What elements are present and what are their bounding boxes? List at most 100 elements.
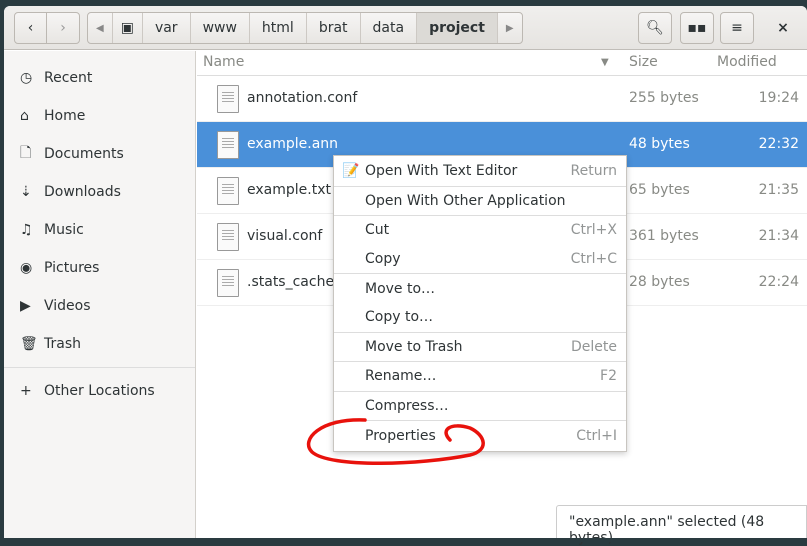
menu-item-label: Properties <box>365 427 436 444</box>
file-modified: 21:34 <box>758 228 799 244</box>
hamburger-icon: ≡ <box>731 20 743 36</box>
desktop-edge <box>0 538 807 542</box>
text-file-icon <box>217 131 239 159</box>
back-button[interactable]: ‹ <box>14 12 47 44</box>
sidebar-item-downloads[interactable]: ⇣ Downloads <box>4 173 195 211</box>
menu-item-accelerator: Ctrl+I <box>576 427 617 444</box>
sidebar-item-pictures[interactable]: ◉ Pictures <box>4 249 195 287</box>
context-menu: 📝 Open With Text Editor Return Open With Ot… <box>333 155 627 452</box>
menu-item-cut[interactable]: Cut Ctrl+X <box>334 216 626 245</box>
downloads-icon: ⇣ <box>20 184 32 200</box>
menu-item-compress[interactable]: Compress… <box>334 392 626 421</box>
sidebar-item-label: Music <box>44 222 84 238</box>
sidebar-item-label: Documents <box>44 146 124 162</box>
forward-button[interactable]: › <box>46 12 80 44</box>
menu-item-accelerator: Ctrl+X <box>570 222 617 239</box>
menu-item-properties[interactable]: Properties Ctrl+I <box>334 421 626 450</box>
crumb-var[interactable]: var <box>143 13 191 43</box>
menu-item-label: Rename… <box>365 368 437 385</box>
menu-item-label: Copy <box>365 251 401 268</box>
crumb-brat[interactable]: brat <box>307 13 361 43</box>
status-bar: "example.ann" selected (48 bytes) <box>556 505 807 546</box>
menu-item-label: Move to… <box>365 280 436 297</box>
trash-icon: 🗑 <box>20 336 38 352</box>
search-icon: 🔍︎ <box>646 20 664 36</box>
column-modified[interactable]: Modified <box>717 54 777 70</box>
menu-item-move-to[interactable]: Move to… <box>334 274 626 303</box>
menu-item-accelerator: Return <box>570 163 617 180</box>
header-bar: ‹ › ◀ ▣ var www html brat data project ▶… <box>4 6 807 50</box>
root-drive-icon[interactable]: ▣ <box>113 13 143 43</box>
menu-item-label: Compress… <box>365 398 449 415</box>
sidebar-item-music[interactable]: ♫ Music <box>4 211 195 249</box>
sidebar-item-label: Trash <box>44 336 81 352</box>
file-size: 65 bytes <box>629 182 690 198</box>
breadcrumb: ◀ ▣ var www html brat data project ▶ <box>87 12 523 44</box>
menu-item-copy-to[interactable]: Copy to… <box>334 303 626 332</box>
sidebar-item-label: Downloads <box>44 184 121 200</box>
menu-item-rename[interactable]: Rename… F2 <box>334 362 626 391</box>
text-file-icon <box>217 177 239 205</box>
menu-item-open-with-other-application[interactable]: Open With Other Application <box>334 187 626 216</box>
file-name: visual.conf <box>247 228 323 244</box>
grid-icon: ▪▪ <box>687 20 707 36</box>
sidebar-item-recent[interactable]: ◷ Recent <box>4 59 195 97</box>
file-size: 28 bytes <box>629 274 690 290</box>
column-name[interactable]: Name <box>203 54 244 70</box>
sort-down-icon[interactable]: ▼ <box>601 57 609 68</box>
plus-icon: + <box>20 383 32 399</box>
file-modified: 21:35 <box>758 182 799 198</box>
recent-icon: ◷ <box>20 70 33 86</box>
file-name: .stats_cache <box>247 274 335 290</box>
menu-item-copy[interactable]: Copy Ctrl+C <box>334 245 626 274</box>
column-size[interactable]: Size <box>629 54 658 70</box>
menu-item-label: Cut <box>365 222 390 239</box>
scroll-left-icon[interactable]: ◀ <box>88 13 113 43</box>
pictures-icon: ◉ <box>20 260 33 276</box>
file-size: 361 bytes <box>629 228 699 244</box>
scroll-right-icon[interactable]: ▶ <box>498 13 522 43</box>
menu-item-label: Open With Other Application <box>365 192 566 209</box>
menu-item-move-to-trash[interactable]: Move to Trash Delete <box>334 333 626 362</box>
sidebar-item-label: Home <box>44 108 86 124</box>
file-size: 255 bytes <box>629 90 699 106</box>
menu-item-accelerator: F2 <box>600 368 617 385</box>
file-modified: 19:24 <box>758 90 799 106</box>
crumb-www[interactable]: www <box>191 13 250 43</box>
crumb-project[interactable]: project <box>417 13 498 43</box>
file-name: example.ann <box>247 136 339 152</box>
menu-item-label: Copy to… <box>365 309 434 326</box>
sidebar-item-trash[interactable]: 🗑 Trash <box>4 325 195 363</box>
file-row[interactable]: annotation.conf 255 bytes 19:24 <box>197 76 807 122</box>
crumb-data[interactable]: data <box>361 13 418 43</box>
text-file-icon <box>217 269 239 297</box>
file-modified: 22:24 <box>758 274 799 290</box>
close-button[interactable]: × <box>766 12 800 44</box>
menu-item-label: Move to Trash <box>365 338 463 355</box>
text-file-icon <box>217 85 239 113</box>
menu-item-accelerator: Delete <box>571 338 617 355</box>
crumb-html[interactable]: html <box>250 13 307 43</box>
text-file-icon <box>217 223 239 251</box>
view-toggle-button[interactable]: ▪▪ <box>680 12 714 44</box>
sidebar-item-other-locations[interactable]: + Other Locations <box>4 372 195 410</box>
file-name: annotation.conf <box>247 90 358 106</box>
sidebar-item-home[interactable]: ⌂ Home <box>4 97 195 135</box>
videos-icon: ▶ <box>20 298 31 314</box>
sidebar-item-label: Recent <box>44 70 93 86</box>
search-button[interactable]: 🔍︎ <box>638 12 672 44</box>
sidebar: ◷ Recent ⌂ Home 🗋 Documents ⇣ Downloads ♫ Music ◉ P… <box>4 51 196 538</box>
sidebar-item-label: Pictures <box>44 260 100 276</box>
text-editor-icon: 📝 <box>342 163 360 180</box>
file-size: 48 bytes <box>629 136 690 152</box>
menu-item-open-with-text-editor[interactable]: 📝 Open With Text Editor Return <box>334 157 626 186</box>
column-header: Name ▼ Size Modified <box>197 51 807 76</box>
file-name: example.txt <box>247 182 331 198</box>
home-icon: ⌂ <box>20 108 29 124</box>
sidebar-item-videos[interactable]: ▶ Videos <box>4 287 195 325</box>
sidebar-item-label: Videos <box>44 298 91 314</box>
menu-button[interactable]: ≡ <box>720 12 754 44</box>
menu-item-accelerator: Ctrl+C <box>570 251 617 268</box>
file-modified: 22:32 <box>758 136 799 152</box>
sidebar-item-documents[interactable]: 🗋 Documents <box>4 135 195 173</box>
